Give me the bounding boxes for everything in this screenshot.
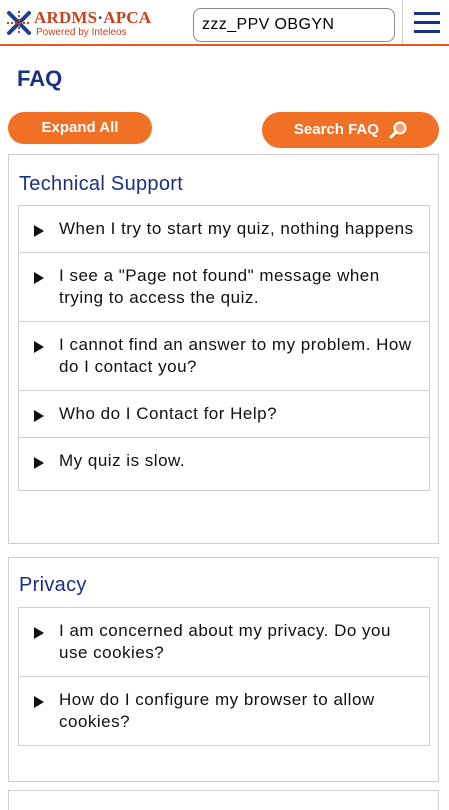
faq-question[interactable]: Who do I Contact for Help?	[19, 391, 429, 438]
ardms-apca-logo[interactable]: ARDMS·APCA Powered by Inteleos	[6, 8, 186, 42]
expand-triangle-icon	[34, 272, 44, 284]
logo-apca: APCA	[103, 8, 152, 27]
question-text: I cannot find an answer to my problem. H…	[59, 335, 412, 376]
logo-ardms: ARDMS	[34, 8, 98, 27]
expand-triangle-icon	[34, 627, 44, 639]
section-title: Technical Support	[19, 173, 184, 195]
faq-section-privacy: Privacy I am concerned about my privacy.…	[8, 557, 439, 782]
question-text: How do I configure my browser to allow c…	[59, 690, 375, 731]
search-faq-button[interactable]: Search FAQ	[262, 112, 439, 148]
section-title: Privacy	[19, 574, 87, 596]
menu-bar-icon	[414, 12, 440, 15]
faq-question[interactable]: I see a "Page not found" message when tr…	[19, 253, 429, 322]
hamburger-menu-button[interactable]	[402, 0, 449, 44]
faq-question[interactable]: I cannot find an answer to my problem. H…	[19, 322, 429, 391]
faq-question[interactable]: My quiz is slow.	[19, 438, 429, 490]
question-text: I am concerned about my privacy. Do you …	[59, 621, 391, 662]
expand-triangle-icon	[34, 225, 44, 237]
logo-tagline: Powered by Inteleos	[36, 27, 127, 38]
expand-triangle-icon	[34, 696, 44, 708]
menu-bar-icon	[414, 21, 440, 24]
question-text: My quiz is slow.	[59, 451, 186, 470]
menu-bar-icon	[414, 30, 440, 33]
logo-wordmark: ARDMS·APCA	[34, 8, 151, 28]
expand-all-button[interactable]: Expand All	[8, 112, 152, 144]
logo-x-mark-icon	[7, 11, 31, 35]
page-title: FAQ	[17, 66, 63, 91]
faq-question[interactable]: I am concerned about my privacy. Do you …	[19, 608, 429, 677]
exam-selector[interactable]: zzz_PPV OBGYN	[193, 8, 395, 42]
question-text: Who do I Contact for Help?	[59, 404, 278, 423]
question-list: When I try to start my quiz, nothing hap…	[18, 205, 430, 491]
faq-question[interactable]: How do I configure my browser to allow c…	[19, 677, 429, 745]
question-text: I see a "Page not found" message when tr…	[59, 266, 380, 307]
faq-question[interactable]: When I try to start my quiz, nothing hap…	[19, 206, 429, 253]
search-faq-label: Search FAQ	[293, 121, 379, 138]
magnifier-icon	[389, 121, 407, 139]
top-bar: ARDMS·APCA Powered by Inteleos zzz_PPV O…	[0, 0, 449, 46]
question-text: When I try to start my quiz, nothing hap…	[59, 219, 414, 238]
expand-triangle-icon	[34, 341, 44, 353]
faq-section-technical-support: Technical Support When I try to start my…	[8, 154, 439, 544]
expand-triangle-icon	[34, 410, 44, 422]
question-list: I am concerned about my privacy. Do you …	[18, 607, 430, 746]
faq-section-next	[8, 790, 439, 810]
expand-triangle-icon	[34, 457, 44, 469]
